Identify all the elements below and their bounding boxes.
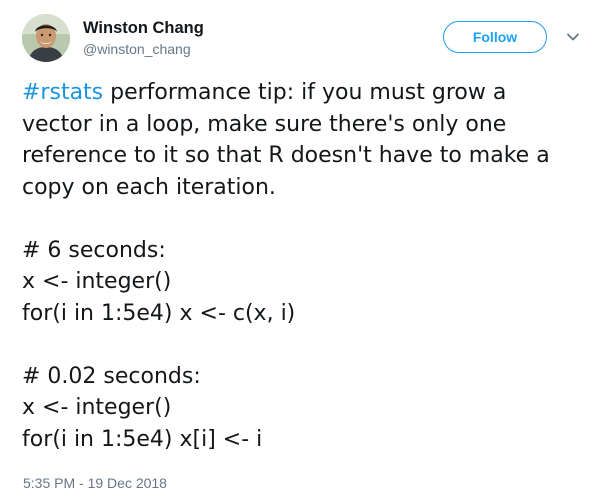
code-line-1b: for(i in 1:5e4) x <- c(x, i) bbox=[22, 300, 296, 326]
tweet-header: Winston Chang @winston_chang Follow bbox=[22, 14, 592, 62]
tweet-timestamp[interactable]: 5:35 PM - 19 Dec 2018 bbox=[23, 474, 167, 492]
author-names[interactable]: Winston Chang @winston_chang bbox=[83, 18, 204, 59]
code-line-1a: x <- integer() bbox=[22, 269, 172, 294]
follow-button[interactable]: Follow bbox=[443, 21, 547, 53]
code-comment-2: # 0.02 seconds: bbox=[22, 363, 201, 389]
code-comment-1: # 6 seconds: bbox=[22, 237, 166, 263]
author-handle[interactable]: @winston_chang bbox=[83, 39, 204, 59]
tweet-intro: performance tip: if you must grow a vect… bbox=[22, 80, 557, 200]
code-line-2a: x <- integer() bbox=[22, 395, 172, 420]
tweet-text: #rstats performance tip: if you must gro… bbox=[22, 77, 582, 455]
avatar-photo bbox=[22, 14, 70, 62]
tweet-card: Winston Chang @winston_chang Follow #rst… bbox=[0, 0, 596, 499]
avatar[interactable] bbox=[22, 14, 70, 62]
hashtag-link[interactable]: #rstats bbox=[22, 80, 103, 105]
code-line-2b: for(i in 1:5e4) x[i] <- i bbox=[22, 426, 263, 452]
author-display-name[interactable]: Winston Chang bbox=[83, 18, 204, 38]
chevron-down-icon[interactable] bbox=[565, 29, 581, 45]
